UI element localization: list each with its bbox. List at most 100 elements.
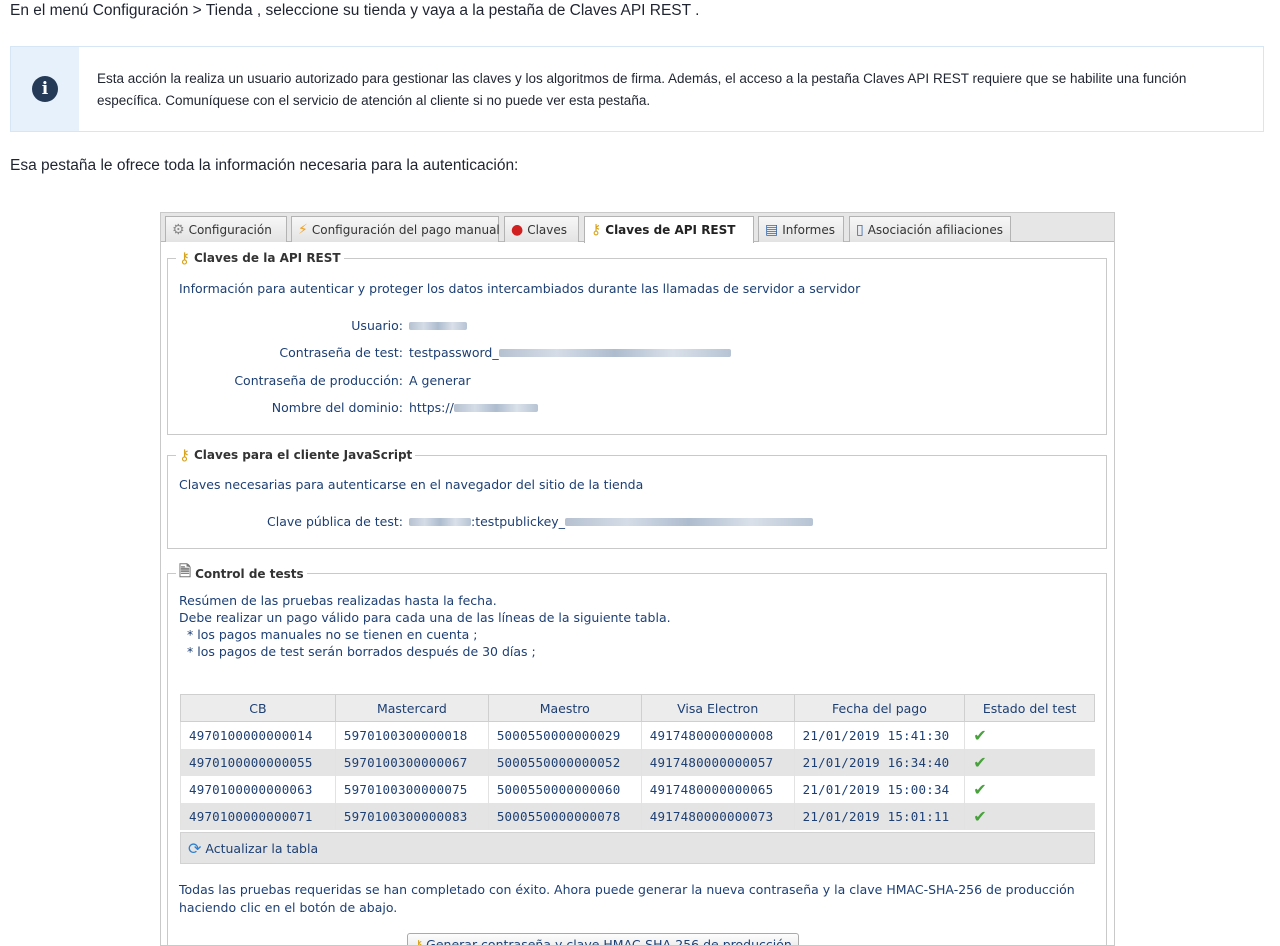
refresh-table-button[interactable]: ⟳ Actualizar la tabla [180,832,1095,864]
cell-test-status: ✔ [964,721,1095,749]
tab-claves[interactable]: ● Claves [504,216,579,242]
cell-payment-date: 21/01/2019 15:00:34 [793,775,965,803]
public-key-value: :testpublickey_ [409,514,813,529]
redacted-value [409,517,471,526]
info-note: i Esta acción la realiza un usuario auto… [10,46,1264,132]
success-line: Todas las pruebas requeridas se han comp… [179,882,1075,897]
key-icon: ⚷ [414,936,424,946]
key-icon: ⚷ [179,249,190,267]
generate-production-keys-button[interactable]: ⚷ Generar contraseña y clave HMAC-SHA-25… [407,933,799,946]
js-keys-legend: ⚷ Claves para el cliente JavaScript [176,446,415,464]
report-icon: ▤ [765,221,779,238]
redacted-value [409,321,467,330]
intro-text: En el menú Configuración > Tienda , sele… [10,2,700,19]
cell-maestro: 5000550000000060 [487,775,642,803]
redacted-value [498,348,731,357]
cell-mastercard: 5970100300000067 [334,748,489,776]
tab-bar: ⚙ Configuración ⚡ Configuración del pago… [161,213,1114,243]
document-icon: ▯ [856,221,864,238]
cell-maestro: 5000550000000052 [487,748,642,776]
prod-password-row: Contraseña de producción: A generar [175,373,471,388]
column-header: CB [180,694,336,722]
test-password-row: Contraseña de test: testpassword_ [175,345,731,360]
redacted-value [564,517,813,526]
generate-button-label: Generar contraseña y clave HMAC-SHA-256 … [426,936,792,946]
table-row: 4970100000000063 5970100300000075 500055… [180,775,1095,803]
refresh-icon: ⟳ [188,838,202,858]
info-note-text: Esta acción la realiza un usuario autori… [97,71,1187,108]
cell-test-status: ✔ [964,748,1095,776]
table-row: 4970100000000071 5970100300000083 500055… [180,802,1095,830]
table-row: 4970100000000014 5970100300000018 500055… [180,721,1095,749]
ribbon-icon: ● [511,221,524,238]
tests-description: Resúmen de las pruebas realizadas hasta … [179,592,671,660]
cell-mastercard: 5970100300000018 [334,721,489,749]
rest-keys-title: Claves de la API REST [194,251,341,265]
info-icon: i [32,76,58,102]
test-password-prefix: testpassword_ [409,345,499,360]
gear-icon: ⚙ [172,221,185,238]
test-password-label: Contraseña de test: [279,345,403,360]
document-icon: 🗎 [179,562,192,580]
rest-keys-description: Información para autenticar y proteger l… [179,281,861,296]
public-key-text: :testpublickey_ [471,514,565,529]
tab-asociacion-afiliaciones[interactable]: ▯ Asociación afiliaciones [849,216,1011,242]
column-header: Maestro [487,694,642,722]
back-office-screenshot: ⚙ Configuración ⚡ Configuración del pago… [160,212,1115,946]
js-keys-section: ⚷ Claves para el cliente JavaScript [167,446,1107,549]
column-header: Estado del test [964,694,1095,722]
js-keys-title: Claves para el cliente JavaScript [194,448,413,462]
key-icon: ⚷ [591,222,602,238]
tests-line: * los pagos de test serán borrados despu… [187,644,536,659]
js-keys-description: Claves necesarias para autenticarse en e… [179,477,644,492]
user-value [409,318,467,333]
tab-label: Asociación afiliaciones [867,222,1003,237]
domain-label: Nombre del dominio: [271,400,403,415]
tests-table-header: CB Mastercard Maestro Visa Electron Fech… [180,694,1095,722]
domain-prefix: https:// [409,400,454,415]
tab-configuracion[interactable]: ⚙ Configuración [165,216,287,242]
tests-success-message: Todas las pruebas requeridas se han comp… [179,881,1075,917]
cell-mastercard: 5970100300000083 [334,802,489,830]
tests-table: CB Mastercard Maestro Visa Electron Fech… [180,694,1095,830]
cell-visa-electron: 4917480000000065 [640,775,795,803]
tab-label: Configuración [188,222,272,237]
tab-informes[interactable]: ▤ Informes [758,216,844,242]
tests-legend: 🗎 Control de tests [176,561,307,586]
cell-maestro: 5000550000000029 [487,721,642,749]
cell-visa-electron: 4917480000000057 [640,748,795,776]
tab-claves-api-rest[interactable]: ⚷ Claves de API REST [584,216,754,243]
cell-visa-electron: 4917480000000073 [640,802,795,830]
cell-cb: 4970100000000055 [180,748,336,776]
domain-row: Nombre del dominio: https:// [175,400,538,415]
domain-value: https:// [409,400,538,415]
cell-cb: 4970100000000014 [180,721,336,749]
lightning-icon: ⚡ [298,221,308,238]
column-header: Visa Electron [640,694,795,722]
tab-pago-manual[interactable]: ⚡ Configuración del pago manual [291,216,500,242]
prod-password-value: A generar [409,373,471,388]
cell-mastercard: 5970100300000075 [334,775,489,803]
success-line: haciendo clic en el botón de abajo. [179,900,398,915]
cell-cb: 4970100000000063 [180,775,336,803]
check-icon: ✔ [973,725,987,745]
public-key-row: Clave pública de test: :testpublickey_ [175,514,813,529]
cell-cb: 4970100000000071 [180,802,336,830]
refresh-label: Actualizar la tabla [205,840,319,856]
tests-title: Control de tests [195,566,304,581]
cell-payment-date: 21/01/2019 15:41:30 [793,721,965,749]
table-row: 4970100000000055 5970100300000067 500055… [180,748,1095,776]
test-password-value: testpassword_ [409,345,731,360]
info-note-sidebar: i [11,47,79,131]
check-icon: ✔ [973,779,987,799]
key-icon: ⚷ [179,446,190,464]
tests-line: Resúmen de las pruebas realizadas hasta … [179,593,497,608]
prod-password-label: Contraseña de producción: [234,373,403,388]
tests-line: Debe realizar un pago válido para cada u… [179,610,671,625]
cell-maestro: 5000550000000078 [487,802,642,830]
tab-label: Configuración del pago manual [311,222,500,237]
cell-payment-date: 21/01/2019 15:01:11 [793,802,965,830]
cell-test-status: ✔ [964,802,1095,830]
redacted-value [453,403,538,412]
column-header: Mastercard [334,694,489,722]
